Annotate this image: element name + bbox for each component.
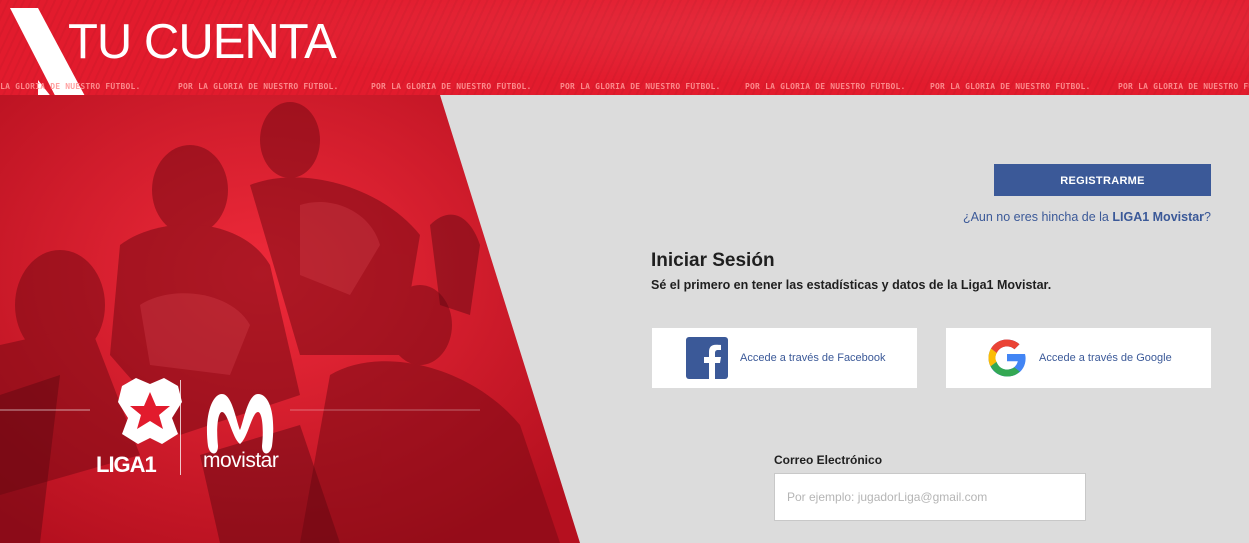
- tagline-text: POR LA GLORIA DE NUESTRO FÚTBOL.: [371, 82, 532, 91]
- register-prompt-brand: LIGA1 Movistar: [1112, 210, 1205, 224]
- page-title: TU CUENTA: [68, 15, 337, 69]
- login-subtitle: Sé el primero en tener las estadísticas …: [651, 278, 1052, 292]
- tagline-text: POR LA GLORIA DE NUESTRO FÚTBOL.: [1118, 82, 1249, 91]
- movistar-logo-text: movistar: [203, 449, 279, 472]
- facebook-login-label: Accede a través de Facebook: [740, 352, 886, 364]
- tagline-text: POR LA GLORIA DE NUESTRO FÚTBOL.: [560, 82, 721, 91]
- facebook-login-button[interactable]: Accede a través de Facebook: [652, 328, 917, 388]
- facebook-icon: [686, 337, 728, 379]
- google-login-button[interactable]: Accede a través de Google: [946, 328, 1211, 388]
- tagline-text: POR LA GLORIA DE NUESTRO FÚTBOL.: [0, 82, 141, 91]
- email-field[interactable]: [774, 473, 1086, 521]
- email-label: Correo Electrónico: [774, 453, 883, 467]
- hero-image: [0, 95, 580, 543]
- logo-divider: [180, 380, 181, 475]
- liga1-logo-text: LIGA1: [96, 452, 157, 477]
- google-login-label: Accede a través de Google: [1039, 352, 1172, 364]
- tagline-text: POR LA GLORIA DE NUESTRO FÚTBOL.: [745, 82, 906, 91]
- tagline-text: POR LA GLORIA DE NUESTRO FÚTBOL.: [930, 82, 1091, 91]
- tagline-strip: POR LA GLORIA DE NUESTRO FÚTBOL. POR LA …: [0, 82, 1249, 94]
- google-icon: [988, 339, 1026, 377]
- tagline-text: POR LA GLORIA DE NUESTRO FÚTBOL.: [178, 82, 339, 91]
- register-prompt-suffix: ?: [1204, 210, 1211, 224]
- register-prompt-prefix: ¿Aun no eres hincha de la: [962, 210, 1113, 224]
- page-header: TU CUENTA POR LA GLORIA DE NUESTRO FÚTBO…: [0, 0, 1249, 113]
- register-button[interactable]: REGISTRARME: [994, 164, 1211, 196]
- register-prompt[interactable]: ¿Aun no eres hincha de la LIGA1 Movistar…: [900, 210, 1211, 224]
- login-title: Iniciar Sesión: [651, 250, 775, 271]
